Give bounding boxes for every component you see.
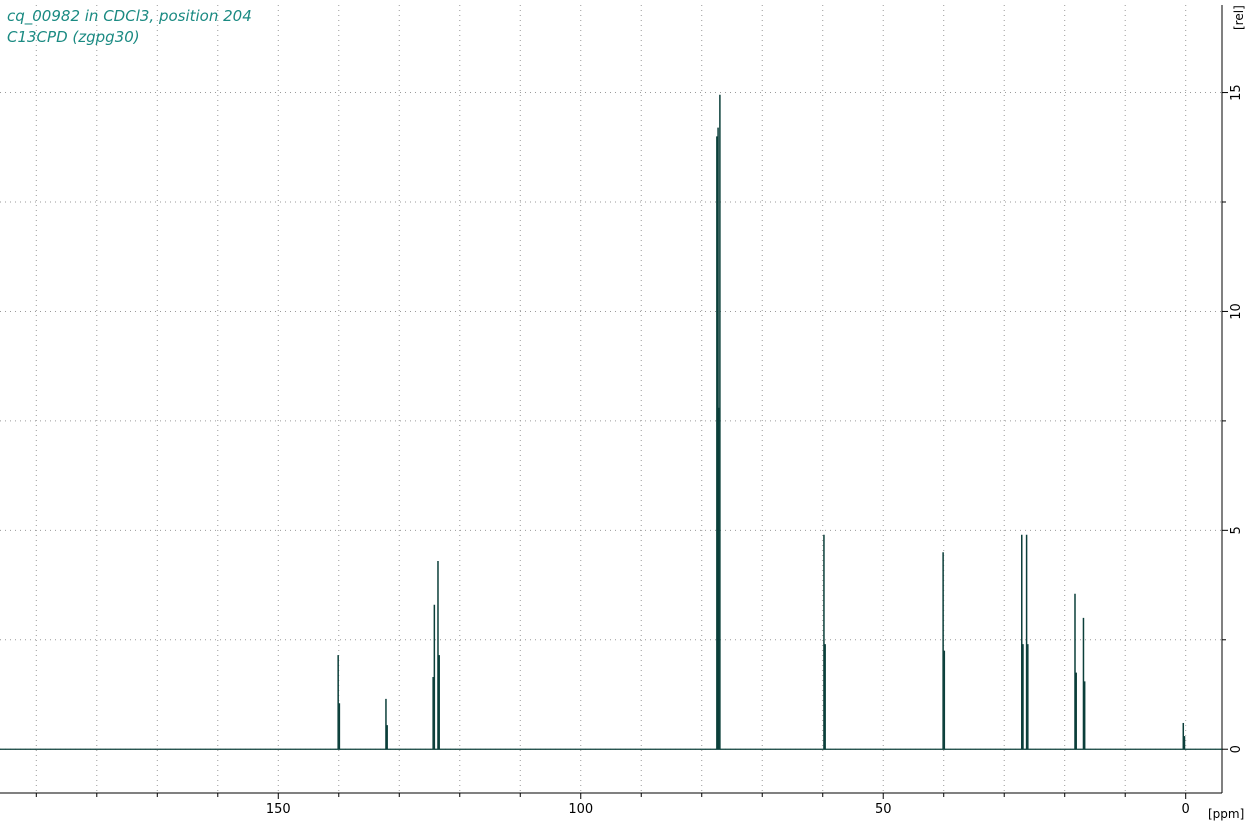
y-tick-label: 10 bbox=[1229, 303, 1244, 320]
x-tick-label: 100 bbox=[568, 802, 593, 817]
x-tick-label: 50 bbox=[875, 802, 892, 817]
spectrum-subtitle: C13CPD (zgpg30) bbox=[7, 28, 140, 46]
x-tick-label: 150 bbox=[266, 802, 291, 817]
y-tick-label: 15 bbox=[1229, 84, 1244, 101]
x-tick-label: 0 bbox=[1182, 802, 1190, 817]
y-tick-label: 0 bbox=[1229, 745, 1244, 753]
y-tick-label: 5 bbox=[1229, 526, 1244, 534]
y-axis-unit-label: [rel] bbox=[1232, 5, 1246, 30]
spectrum-title: cq_00982 in CDCl3, position 204 bbox=[7, 7, 252, 26]
nmr-spectrum-chart: 150 100 50 0 0 5 10 15 cq_00982 in CDCl3, posit… bbox=[0, 0, 1253, 821]
x-axis-unit-label: [ppm] bbox=[1208, 807, 1244, 821]
